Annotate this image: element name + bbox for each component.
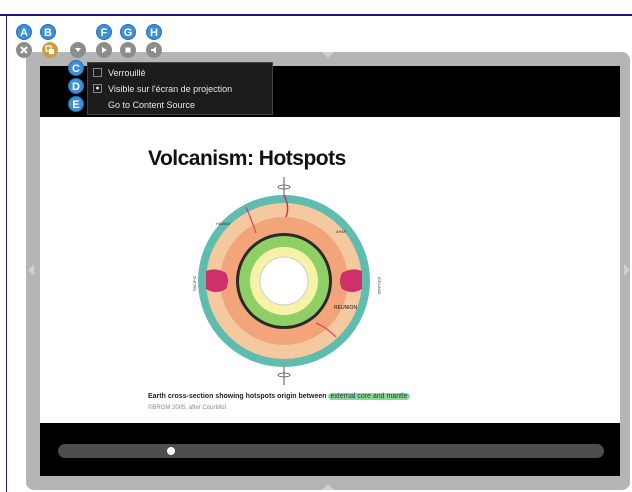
scrubber-knob[interactable] — [167, 447, 175, 455]
resize-handle-left-icon[interactable] — [28, 264, 34, 276]
callout-c: C — [68, 60, 84, 76]
window-top-border — [0, 14, 632, 16]
context-menu: Verrouillé ● Visible sur l'écran de proj… — [87, 62, 273, 115]
menu-item-locked[interactable]: Verrouillé — [88, 65, 274, 81]
close-icon — [20, 46, 28, 54]
copy-icon — [45, 45, 54, 54]
lock-checkbox[interactable] — [93, 68, 102, 77]
callout-f: F — [96, 24, 112, 40]
speaker-icon — [151, 46, 156, 54]
resize-handle-right-icon[interactable] — [624, 264, 630, 276]
menu-item-source-label: Go to Content Source — [108, 100, 196, 110]
callout-d: D — [68, 78, 84, 94]
caption-text: Earth cross-section showing hotspots ori… — [148, 393, 327, 400]
callout-e: E — [68, 96, 84, 112]
stop-icon — [125, 47, 131, 53]
copy-button[interactable] — [42, 42, 58, 58]
label-pacific: PACIFIC — [192, 275, 197, 291]
label-iceland: ICELAND — [377, 277, 382, 294]
label-afar: AFAR — [336, 229, 347, 234]
menu-item-visible-label: Visible sur l'écran de projection — [108, 84, 233, 94]
menu-item-locked-label: Verrouillé — [108, 68, 146, 78]
screen: A B F G H Volcanism: Hotspots REUNION AF… — [0, 0, 632, 492]
earth-cross-section-diagram: REUNION AFAR HAWAII PACIFIC ICELAND — [192, 177, 382, 385]
callout-a: A — [16, 24, 32, 40]
play-icon — [102, 47, 107, 53]
play-button[interactable] — [96, 42, 112, 58]
slide-title: Volcanism: Hotspots — [148, 147, 346, 170]
menu-dropdown-button[interactable] — [70, 42, 86, 58]
callout-b: B — [40, 24, 56, 40]
menu-item-visible-projection[interactable]: ● Visible sur l'écran de projection — [88, 81, 274, 97]
resize-handle-bottom-icon[interactable] — [322, 484, 334, 490]
window-left-border — [6, 14, 7, 492]
caption-highlight: external core and mantle — [328, 393, 410, 400]
label-reunion: REUNION — [334, 305, 357, 311]
stop-button[interactable] — [120, 42, 136, 58]
label-hawaii: HAWAII — [216, 221, 230, 226]
callout-h: H — [146, 24, 162, 40]
visible-checkbox[interactable]: ● — [93, 84, 102, 93]
mute-button[interactable] — [146, 42, 162, 58]
chevron-down-icon — [75, 48, 81, 52]
close-button[interactable] — [16, 42, 32, 58]
playback-scrubber[interactable] — [58, 444, 604, 458]
resize-handle-top-icon[interactable] — [322, 52, 334, 58]
callout-g: G — [120, 24, 136, 40]
slide: Volcanism: Hotspots REUNION AFAR HAWAII … — [40, 117, 620, 423]
slide-caption: Earth cross-section showing hotspots ori… — [148, 393, 410, 400]
slide-credit: ©BRGM 2005, after Courtillot — [148, 405, 227, 411]
menu-item-go-to-source[interactable]: Go to Content Source — [88, 97, 274, 113]
